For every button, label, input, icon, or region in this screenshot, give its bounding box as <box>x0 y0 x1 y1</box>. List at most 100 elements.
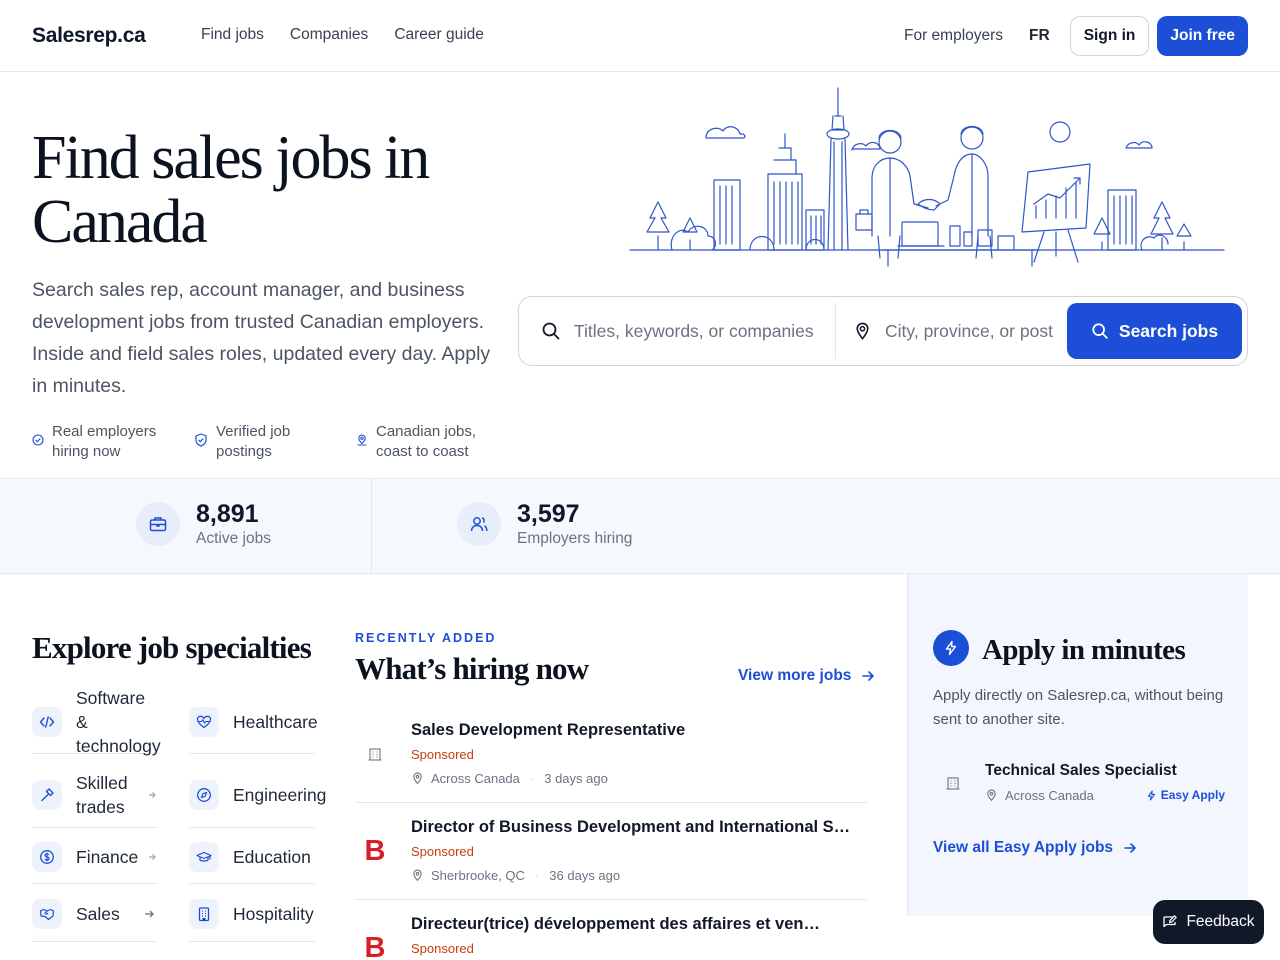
job-title[interactable]: Directeur(trice) développement des affai… <box>411 915 825 934</box>
job-meta: Across Canada <box>985 788 1094 803</box>
specialty-icon-wrap <box>32 841 62 872</box>
feedback-label: Feedback <box>1186 913 1255 930</box>
job-age: 36 days ago <box>549 868 621 883</box>
stat-icon-wrap <box>136 502 180 546</box>
specialty-label: Education <box>233 846 311 867</box>
dollar-icon <box>40 849 54 864</box>
specialty-icon-wrap <box>32 898 62 929</box>
stat-icon-wrap <box>457 502 501 546</box>
company-logo <box>361 740 389 768</box>
building-icon <box>946 777 960 790</box>
search-button-label: Search jobs <box>1118 320 1219 341</box>
company-logo: B <box>364 932 386 960</box>
specialty-sales[interactable]: Sales <box>32 886 157 942</box>
building-icon <box>198 906 210 921</box>
sponsored-tag: Sponsored <box>411 844 474 859</box>
easy-apply-job-card[interactable]: Technical Sales Specialist Across Canada… <box>933 754 1229 812</box>
specialty-finance[interactable]: Finance <box>32 830 157 884</box>
specialty-label: Skilled trades <box>76 771 128 819</box>
easy-apply-panel: Apply in minutes Apply directly on Sales… <box>907 574 1248 916</box>
view-more-jobs-link[interactable]: View more jobs <box>738 667 875 685</box>
stat-value: 3,597 <box>517 500 580 528</box>
stat-label: Active jobs <box>196 530 271 547</box>
specialty-software[interactable]: Software & technology <box>32 688 161 756</box>
search-icon <box>542 322 560 340</box>
graduation-cap-icon <box>196 851 212 862</box>
trust-item-verified: Verified job postings <box>194 422 290 462</box>
hero-illustration <box>629 87 1225 267</box>
job-age: 3 days ago <box>544 771 608 786</box>
join-free-button[interactable]: Join free <box>1157 16 1248 56</box>
specialty-label: Healthcare <box>233 711 318 732</box>
language-toggle[interactable]: FR <box>1029 27 1050 45</box>
job-card[interactable]: B Director of Business Development and I… <box>355 804 867 900</box>
lightning-badge <box>933 630 969 666</box>
hiring-now-title: What’s hiring now <box>355 651 589 686</box>
hero-title-line1: Find sales jobs in <box>32 124 430 192</box>
location-input[interactable] <box>885 320 1053 342</box>
site-logo[interactable]: Salesrep.ca <box>32 24 146 48</box>
job-meta: Across Canada · 3 days ago <box>411 771 608 786</box>
stats-divider <box>371 479 372 575</box>
location-pin-icon <box>987 789 996 802</box>
specialty-healthcare[interactable]: Healthcare <box>189 690 318 754</box>
specialty-icon-wrap <box>189 706 219 737</box>
top-nav-bar: Salesrep.ca Find jobs Companies Career g… <box>0 0 1280 72</box>
job-card[interactable]: B Directeur(trice) développement des aff… <box>355 901 867 960</box>
stats-band: 8,891 Active jobs 3,597 Employers hiring <box>0 478 1280 575</box>
job-location: Across Canada <box>1005 788 1094 803</box>
sponsored-tag: Sponsored <box>411 941 474 956</box>
trust-text: hiring now <box>52 443 121 460</box>
meta-separator: · <box>534 868 540 883</box>
job-title[interactable]: Technical Sales Specialist <box>985 762 1177 780</box>
stat-label: Employers hiring <box>517 530 633 547</box>
trust-text: Canadian jobs, <box>376 423 477 440</box>
trust-item-employers: Real employers hiring now <box>32 422 156 462</box>
specialty-hospitality[interactable]: Hospitality <box>189 886 315 942</box>
job-title[interactable]: Director of Business Development and Int… <box>411 818 851 837</box>
arrow-right-icon <box>149 791 156 798</box>
location-pin-icon <box>413 772 422 785</box>
specialty-label: Sales <box>76 903 120 924</box>
feedback-icon <box>1163 915 1178 928</box>
trust-text: coast to coast <box>376 443 469 460</box>
nav-career-guide[interactable]: Career guide <box>394 26 484 44</box>
lightning-icon <box>945 640 957 656</box>
location-pin-icon <box>413 869 422 882</box>
trust-text: postings <box>216 443 272 460</box>
nav-find-jobs[interactable]: Find jobs <box>201 26 264 44</box>
job-location: Sherbrooke, QC <box>431 868 525 883</box>
specialty-engineering[interactable]: Engineering <box>189 762 326 828</box>
specialty-label-line: trades <box>76 796 125 817</box>
sign-in-button[interactable]: Sign in <box>1069 16 1150 56</box>
briefcase-icon <box>149 517 167 532</box>
specialty-label: Hospitality <box>233 903 314 924</box>
building-icon <box>368 748 382 761</box>
main-nav: Find jobs Companies Career guide <box>201 26 484 44</box>
view-all-easy-apply-link[interactable]: View all Easy Apply jobs <box>933 839 1137 857</box>
arrow-right-icon <box>1124 843 1136 853</box>
check-circle-icon <box>32 434 44 446</box>
easy-apply-badge: Easy Apply <box>1146 788 1225 802</box>
header-actions: For employers FR Sign in Join free <box>904 16 1248 56</box>
specialty-label: Engineering <box>233 784 327 805</box>
arrow-right-icon <box>862 671 875 681</box>
job-title[interactable]: Sales Development Representative <box>411 721 851 740</box>
stat-active-jobs: 8,891 Active jobs <box>136 499 271 549</box>
nav-companies[interactable]: Companies <box>290 26 368 44</box>
job-card[interactable]: Sales Development Representative Sponsor… <box>355 707 867 803</box>
sponsored-tag: Sponsored <box>411 747 474 762</box>
job-search-bar: Search jobs <box>518 296 1248 366</box>
search-icon <box>1092 323 1108 339</box>
for-employers-link[interactable]: For employers <box>904 27 1003 45</box>
feedback-button[interactable]: Feedback <box>1153 900 1264 944</box>
specialty-label: Finance <box>76 846 139 867</box>
specialty-education[interactable]: Education <box>189 830 315 884</box>
code-icon <box>39 715 55 728</box>
location-field <box>853 297 1053 365</box>
search-jobs-button[interactable]: Search jobs <box>1067 303 1242 359</box>
keyword-input[interactable] <box>574 320 814 342</box>
specialty-skilled-trades[interactable]: Skilled trades <box>32 762 157 828</box>
specialty-icon-wrap <box>32 706 62 737</box>
search-divider <box>835 303 836 359</box>
